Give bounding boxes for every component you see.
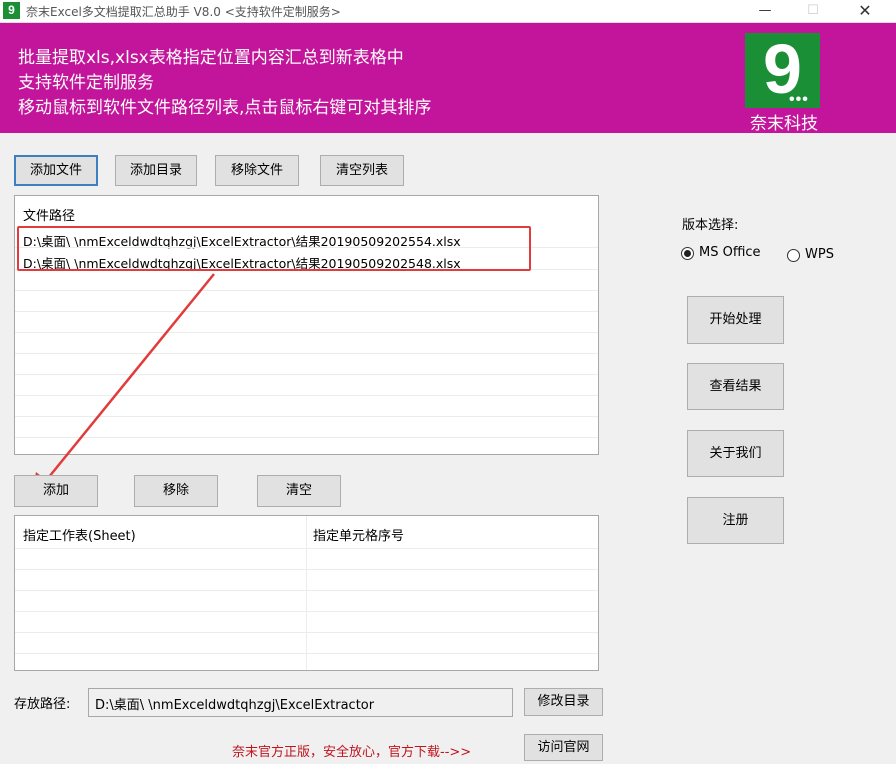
highlight-box	[17, 226, 531, 271]
clear-list-button[interactable]: 清空列表	[320, 155, 404, 186]
add-file-button[interactable]: 添加文件	[14, 155, 98, 186]
sheet-column-header: 指定工作表(Sheet)	[23, 529, 136, 544]
remove-file-button[interactable]: 移除文件	[215, 155, 299, 186]
register-button[interactable]: 注册	[687, 497, 784, 544]
change-directory-button[interactable]: 修改目录	[524, 688, 603, 716]
title-bar: 9 奈末Excel多文档提取汇总助手 V8.0 <支持软件定制服务> — ☐ ✕	[0, 0, 896, 23]
promo-text: 奈末官方正版，安全放心，官方下载-->>	[232, 745, 472, 760]
output-path-input[interactable]: D:\桌面\ \nmExceldwdtqhzgj\ExcelExtractor	[88, 688, 513, 717]
start-processing-button[interactable]: 开始处理	[687, 296, 784, 344]
logo-caption: 奈末科技	[750, 114, 818, 134]
sheet-cell-list[interactable]: 指定工作表(Sheet) 指定单元格序号	[14, 515, 599, 671]
company-logo: 9 •••	[745, 30, 820, 108]
clear-sheet-button[interactable]: 清空	[257, 475, 341, 507]
close-button[interactable]: ✕	[842, 0, 888, 22]
file-path-header: 文件路径	[23, 209, 76, 224]
ms-office-radio[interactable]	[681, 247, 694, 260]
version-label: 版本选择:	[682, 218, 739, 233]
remove-sheet-button[interactable]: 移除	[134, 475, 218, 507]
visit-website-button[interactable]: 访问官网	[524, 734, 603, 761]
window-title: 奈末Excel多文档提取汇总助手 V8.0 <支持软件定制服务>	[26, 5, 341, 19]
view-result-button[interactable]: 查看结果	[687, 363, 784, 410]
output-path-label: 存放路径:	[14, 697, 71, 712]
minimize-button[interactable]: —	[742, 0, 788, 22]
banner-line: 批量提取xls,xlsx表格指定位置内容汇总到新表格中	[18, 48, 404, 68]
add-directory-button[interactable]: 添加目录	[115, 155, 197, 186]
maximize-button[interactable]: ☐	[790, 0, 836, 22]
app-icon: 9	[3, 2, 20, 19]
banner-line: 移动鼠标到软件文件路径列表,点击鼠标右键可对其排序	[18, 98, 432, 118]
about-us-button[interactable]: 关于我们	[687, 430, 784, 477]
wps-label[interactable]: WPS	[805, 247, 834, 262]
banner: 批量提取xls,xlsx表格指定位置内容汇总到新表格中 支持软件定制服务 移动鼠…	[0, 23, 896, 134]
ms-office-label[interactable]: MS Office	[699, 245, 761, 260]
wps-radio[interactable]	[787, 249, 800, 262]
add-sheet-button[interactable]: 添加	[14, 475, 98, 507]
cell-column-header: 指定单元格序号	[313, 529, 405, 544]
banner-line: 支持软件定制服务	[18, 73, 154, 93]
